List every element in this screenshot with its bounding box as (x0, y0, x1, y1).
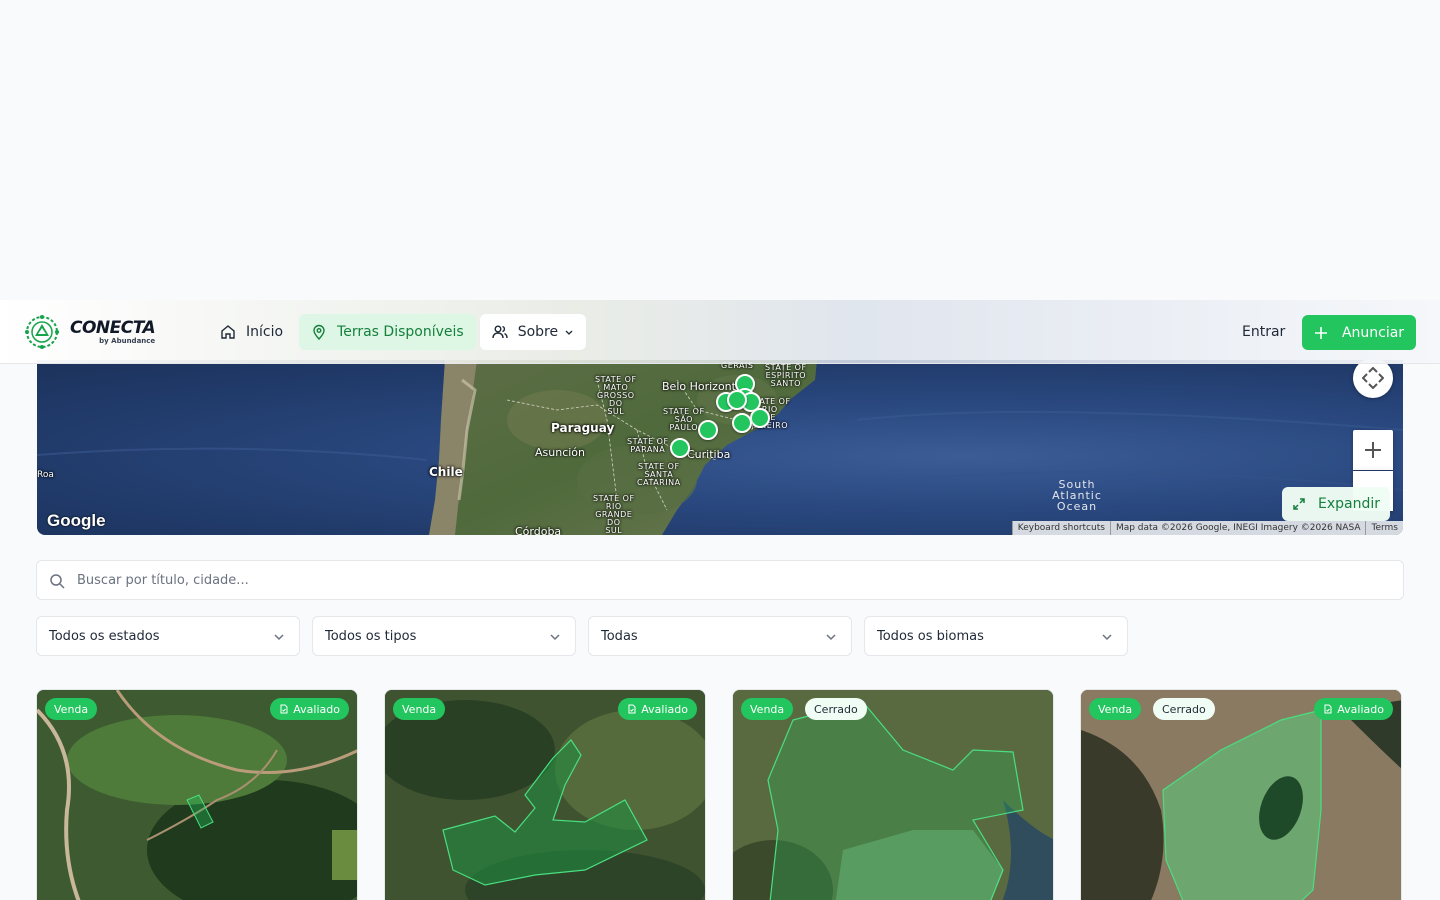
expandir-map-button[interactable]: Expandir (1282, 487, 1390, 521)
property-marker[interactable] (698, 420, 718, 440)
expandir-label: Expandir (1317, 496, 1380, 512)
map-label-asuncion: Asunción (535, 446, 586, 459)
badge-bioma: Cerrado (1153, 698, 1215, 720)
brand-subtitle: by Abundance (99, 336, 156, 345)
filter-tipos-value: Todos os tipos (325, 628, 417, 644)
badge-venda: Venda (393, 698, 446, 720)
properties-map[interactable]: STATE OF MATO GROSSO DO SUL Belo Horizonte G… (37, 360, 1403, 535)
keyboard-shortcuts-link[interactable]: Keyboard shortcuts (1011, 521, 1110, 535)
plus-icon (1314, 326, 1327, 339)
anunciar-button[interactable]: Anunciar (1302, 315, 1416, 350)
conecta-logo-icon (25, 315, 59, 349)
filter-biomas-select[interactable]: Todos os biomas (864, 616, 1128, 656)
filter-estados-select[interactable]: Todos os estados (36, 616, 300, 656)
badge-venda: Venda (741, 698, 794, 720)
anunciar-label: Anunciar (1341, 324, 1405, 341)
chevron-down-icon (274, 634, 284, 641)
property-card[interactable]: Venda Avaliado (384, 689, 706, 900)
chevron-down-icon (565, 330, 573, 335)
badge-bioma: Cerrado (805, 698, 867, 720)
file-check-icon (628, 704, 636, 714)
nav-sobre-label: Sobre (517, 324, 559, 340)
map-label-santa-catarina: STATE OF SANTA CATARINA (637, 462, 681, 487)
nav-inicio[interactable]: Início (208, 314, 295, 350)
property-marker[interactable] (727, 390, 747, 410)
property-marker[interactable] (732, 413, 752, 433)
badge-avaliado-label: Avaliado (1337, 702, 1384, 716)
map-label-paraguay: Paraguay (551, 421, 615, 435)
chevron-down-icon (1102, 634, 1112, 641)
nav-terras-label: Terras Disponíveis (337, 324, 464, 340)
search-input[interactable] (37, 561, 1403, 599)
property-marker[interactable] (670, 438, 690, 458)
file-check-icon (1324, 704, 1332, 714)
google-logo: Google (47, 511, 106, 530)
property-marker[interactable] (750, 408, 770, 428)
filter-tipos-select[interactable]: Todos os tipos (312, 616, 576, 656)
badge-avaliado: Avaliado (270, 698, 349, 720)
map-label-chile: Chile (429, 465, 463, 479)
property-satellite-image (1081, 690, 1401, 900)
map-label-roa: Roa (37, 470, 54, 480)
map-label-parana: STATE OF PARANÁ (627, 437, 669, 454)
property-satellite-image (37, 690, 357, 900)
map-attribution: Keyboard shortcuts Map data ©2026 Google… (1011, 521, 1403, 535)
plus-icon (1365, 442, 1381, 458)
map-label-mato-grosso-do-sul: STATE OF MATO GROSSO DO SUL (595, 375, 637, 416)
property-card[interactable]: Venda Cerrado (732, 689, 1054, 900)
map-label-south-atlantic-ocean: South Atlantic Ocean (1052, 478, 1102, 513)
home-icon (221, 325, 235, 339)
badge-avaliado: Avaliado (1314, 698, 1393, 720)
top-navbar: CONECTA by Abundance Início Terras Dispo… (0, 300, 1440, 364)
property-satellite-image (733, 690, 1053, 900)
brand-logo[interactable]: CONECTA by Abundance (24, 312, 164, 352)
filter-todas-select[interactable]: Todas (588, 616, 852, 656)
filter-biomas-value: Todos os biomas (877, 628, 984, 644)
map-label-espirito-santo: STATE OF ESPÍRITO SANTO (765, 363, 807, 388)
property-card[interactable]: Venda Avaliado (36, 689, 358, 900)
entrar-link[interactable]: Entrar (1232, 314, 1295, 350)
file-check-icon (280, 704, 288, 714)
nav-terras-disponiveis[interactable]: Terras Disponíveis (299, 314, 476, 350)
badge-venda: Venda (1089, 698, 1142, 720)
property-card[interactable]: Venda Cerrado Avaliado (1080, 689, 1402, 900)
terms-link[interactable]: Terms (1365, 521, 1403, 535)
map-label-curitiba: Curitiba (687, 448, 731, 461)
users-icon (491, 325, 508, 339)
main-nav: Início Terras Disponíveis Sobre (208, 314, 587, 350)
nav-sobre-dropdown[interactable]: Sobre (479, 314, 587, 350)
filter-estados-value: Todos os estados (49, 628, 160, 644)
map-label-belo-horizonte: Belo Horizonte (662, 380, 743, 393)
move-arrows-icon (1362, 367, 1384, 389)
map-data-attribution: Map data ©2026 Google, INEGI Imagery ©20… (1109, 521, 1366, 535)
map-label-cordoba: Córdoba (515, 525, 562, 535)
property-satellite-image (385, 690, 705, 900)
nav-inicio-label: Início (246, 324, 284, 340)
search-bar (36, 560, 1404, 600)
filter-todas-value: Todas (601, 628, 638, 644)
map-label-rio-grande-do-sul: STATE OF RIO GRANDE DO SUL (593, 494, 635, 535)
badge-venda: Venda (45, 698, 98, 720)
chevron-down-icon (826, 634, 836, 641)
badge-avaliado-label: Avaliado (293, 702, 340, 716)
map-zoom-in-button[interactable] (1353, 430, 1393, 470)
badge-avaliado-label: Avaliado (641, 702, 688, 716)
expand-icon (1293, 498, 1305, 510)
badge-avaliado: Avaliado (618, 698, 697, 720)
brand-name: CONECTA (70, 317, 156, 338)
map-pin-icon (313, 324, 325, 340)
search-icon (50, 574, 65, 589)
chevron-down-icon (550, 634, 560, 641)
